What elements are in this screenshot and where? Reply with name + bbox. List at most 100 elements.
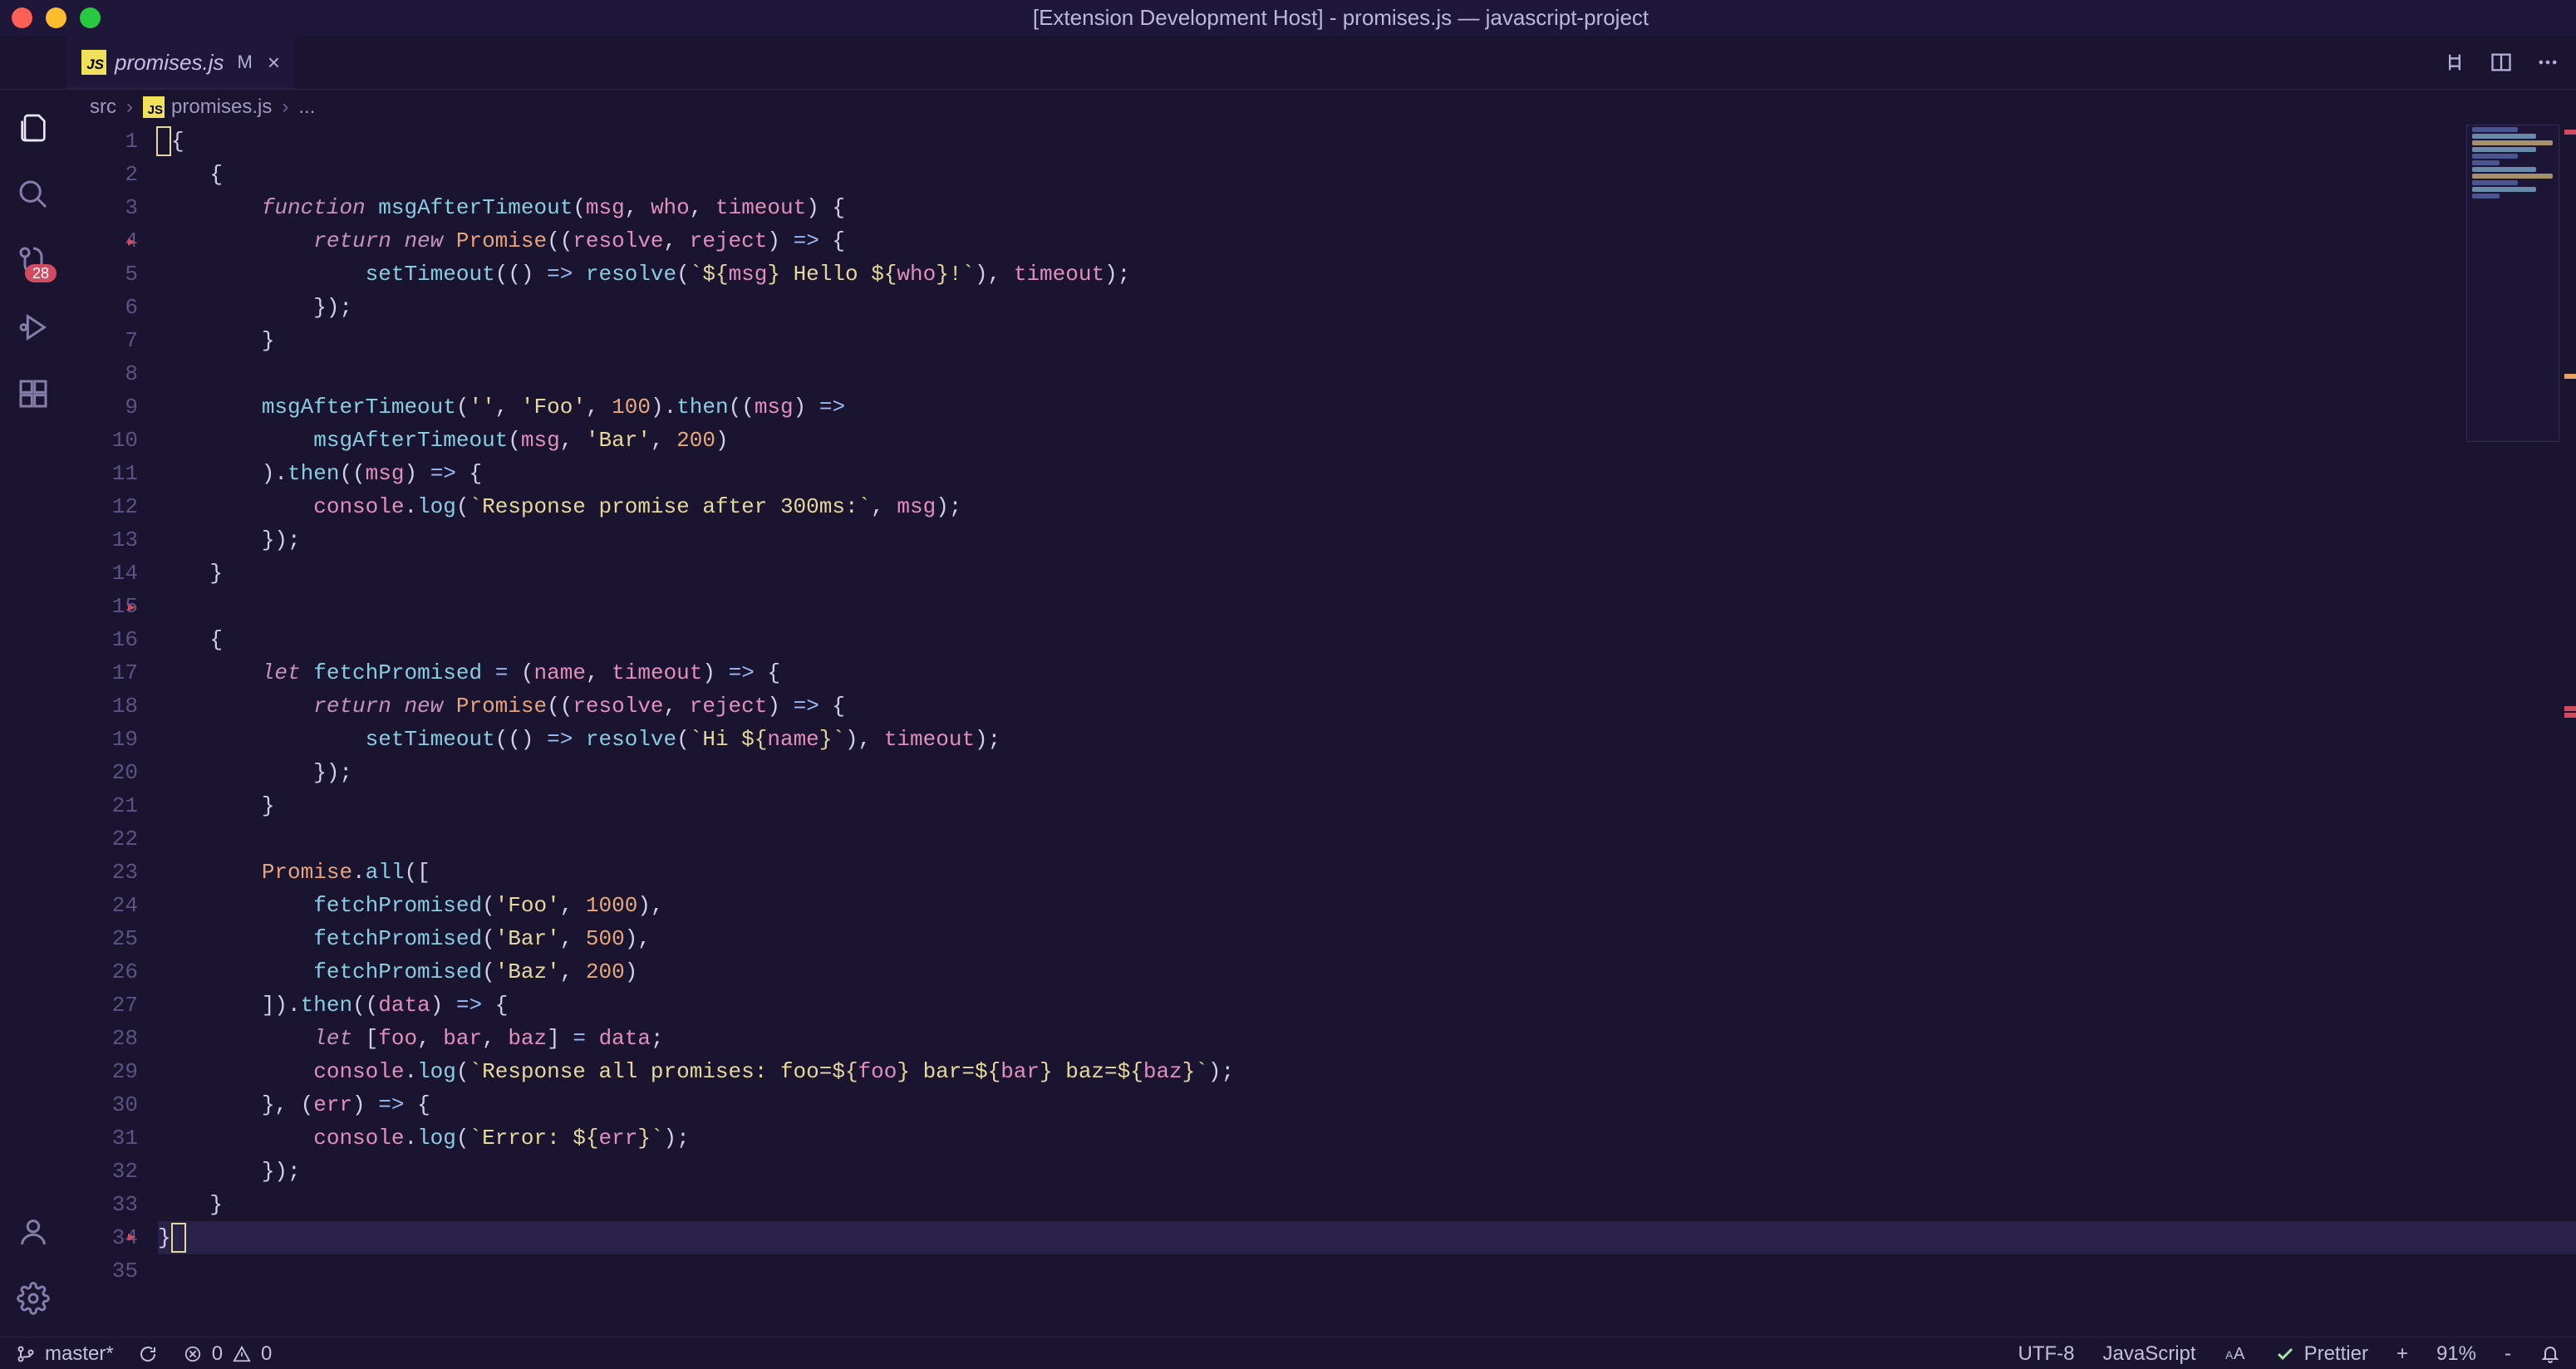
code-token[interactable]: log bbox=[417, 494, 456, 519]
code-token[interactable]: msg bbox=[897, 494, 936, 519]
status-plus[interactable]: + bbox=[2397, 1342, 2408, 1366]
code-token[interactable]: ), bbox=[625, 926, 651, 951]
code-token[interactable]: , bbox=[417, 1026, 443, 1051]
code-token[interactable]: => bbox=[378, 1092, 404, 1117]
code-token[interactable] bbox=[158, 926, 313, 951]
more-actions-icon[interactable] bbox=[2536, 51, 2559, 74]
status-language[interactable]: JavaScript bbox=[2103, 1342, 2196, 1366]
code-token[interactable]: reject bbox=[690, 694, 768, 719]
code-token[interactable] bbox=[573, 262, 586, 287]
code-line[interactable] bbox=[158, 822, 2576, 856]
code-line[interactable]: msgAfterTimeout('', 'Foo', 100).then((ms… bbox=[158, 390, 2576, 424]
code-line[interactable]: console.log(`Response all promises: foo=… bbox=[158, 1055, 2576, 1088]
code-token[interactable]: err bbox=[313, 1092, 352, 1117]
code-token[interactable]: resolve bbox=[586, 262, 676, 287]
code-token[interactable]: (( bbox=[352, 993, 378, 1018]
code-token[interactable]: }); bbox=[158, 527, 301, 552]
code-line[interactable]: }); bbox=[158, 523, 2576, 557]
code-token[interactable]: 500 bbox=[586, 926, 625, 951]
code-token[interactable]: setTimeout bbox=[366, 727, 495, 752]
activity-settings[interactable] bbox=[13, 1278, 53, 1318]
code-token[interactable]: Promise bbox=[262, 860, 352, 885]
code-line[interactable]: setTimeout(() => resolve(`${msg} Hello $… bbox=[158, 258, 2576, 291]
code-line[interactable]: setTimeout(() => resolve(`Hi ${name}`), … bbox=[158, 723, 2576, 756]
code-token[interactable]: ( bbox=[676, 727, 690, 752]
code-token[interactable]: ) bbox=[767, 694, 793, 719]
breadcrumbs[interactable]: src › JS promises.js › ... bbox=[66, 90, 2576, 125]
code-token[interactable]: 'Bar' bbox=[495, 926, 560, 951]
code-token[interactable]: ); bbox=[1208, 1059, 1234, 1084]
code-token[interactable]: msgAfterTimeout bbox=[262, 395, 456, 420]
code-token[interactable]: , bbox=[651, 428, 676, 453]
code-token[interactable]: msg bbox=[366, 461, 405, 486]
code-token[interactable]: ( bbox=[508, 660, 533, 685]
code-token[interactable]: ]). bbox=[158, 993, 301, 1018]
code-token[interactable] bbox=[171, 1223, 186, 1253]
code-line[interactable]: function msgAfterTimeout(msg, who, timeo… bbox=[158, 191, 2576, 224]
code-token[interactable] bbox=[158, 195, 262, 220]
code-token[interactable]: { bbox=[456, 461, 482, 486]
code-token[interactable]: , bbox=[560, 893, 586, 918]
code-token[interactable]: 'Foo' bbox=[521, 395, 586, 420]
code-token[interactable]: bar bbox=[443, 1026, 482, 1051]
code-token[interactable]: ); bbox=[1104, 262, 1130, 287]
code-token[interactable]: timeout bbox=[715, 195, 806, 220]
breadcrumb-file[interactable]: promises.js bbox=[171, 96, 272, 119]
code-token[interactable]: err bbox=[599, 1126, 638, 1151]
code-token[interactable]: console bbox=[313, 1059, 404, 1084]
code-token[interactable]: }!` bbox=[936, 262, 975, 287]
code-token[interactable] bbox=[586, 1026, 599, 1051]
code-token[interactable]: , bbox=[586, 660, 612, 685]
code-line[interactable]: } bbox=[158, 557, 2576, 590]
activity-source-control[interactable]: 28 bbox=[13, 241, 53, 281]
activity-extensions[interactable] bbox=[13, 374, 53, 414]
code-token[interactable]: who bbox=[651, 195, 690, 220]
code-token[interactable]: then bbox=[676, 395, 728, 420]
code-token[interactable]: let bbox=[262, 660, 313, 685]
code-token[interactable]: msgAfterTimeout bbox=[378, 195, 573, 220]
code-token[interactable]: { bbox=[158, 162, 223, 187]
code-token[interactable]: return bbox=[313, 694, 404, 719]
code-line[interactable]: return new Promise((resolve, reject) => … bbox=[158, 689, 2576, 723]
font-size-icon[interactable]: AA bbox=[2225, 1343, 2246, 1365]
code-token[interactable]: ) bbox=[715, 428, 729, 453]
code-token[interactable] bbox=[158, 727, 366, 752]
code-token[interactable]: => bbox=[547, 262, 573, 287]
code-token[interactable]: ( bbox=[456, 1059, 469, 1084]
code-token[interactable] bbox=[158, 660, 262, 685]
code-token[interactable]: }, ( bbox=[158, 1092, 313, 1117]
status-extra[interactable]: - bbox=[2505, 1342, 2511, 1366]
code-token[interactable]: timeout bbox=[884, 727, 975, 752]
code-token[interactable]: (() bbox=[495, 727, 547, 752]
code-token[interactable]: , bbox=[625, 195, 651, 220]
code-token[interactable]: ). bbox=[158, 461, 288, 486]
code-token[interactable]: . bbox=[404, 1059, 417, 1084]
code-token[interactable]: } bbox=[158, 1225, 171, 1250]
code-token[interactable]: } Hello ${ bbox=[767, 262, 897, 287]
status-branch[interactable]: master* bbox=[15, 1342, 114, 1366]
code-token[interactable]: resolve bbox=[586, 727, 676, 752]
code-token[interactable]: ) bbox=[404, 461, 430, 486]
code-token[interactable] bbox=[158, 1059, 313, 1084]
code-token[interactable]: ( bbox=[508, 428, 521, 453]
code-token[interactable] bbox=[158, 1126, 313, 1151]
code-token[interactable]: = bbox=[495, 660, 509, 685]
code-line[interactable]: msgAfterTimeout(msg, 'Bar', 200) bbox=[158, 424, 2576, 457]
code-token[interactable] bbox=[158, 395, 262, 420]
code-token[interactable]: (() bbox=[495, 262, 547, 287]
code-token[interactable]: 'Bar' bbox=[586, 428, 651, 453]
code-token[interactable]: return bbox=[313, 228, 404, 253]
code-token[interactable] bbox=[158, 860, 262, 885]
code-token[interactable]: => bbox=[794, 694, 819, 719]
code-token[interactable]: ); bbox=[936, 494, 961, 519]
status-sync[interactable] bbox=[137, 1343, 159, 1365]
code-token[interactable]: msg bbox=[729, 262, 768, 287]
code-line[interactable]: } bbox=[158, 1188, 2576, 1221]
code-token[interactable]: } bbox=[158, 561, 223, 586]
code-token[interactable]: ); bbox=[664, 1126, 690, 1151]
scroll-overview-ruler[interactable] bbox=[2564, 125, 2576, 1337]
code-token[interactable] bbox=[158, 494, 313, 519]
code-token[interactable]: , bbox=[690, 195, 715, 220]
code-token[interactable]: , bbox=[482, 1026, 508, 1051]
code-token[interactable]: new bbox=[404, 694, 455, 719]
